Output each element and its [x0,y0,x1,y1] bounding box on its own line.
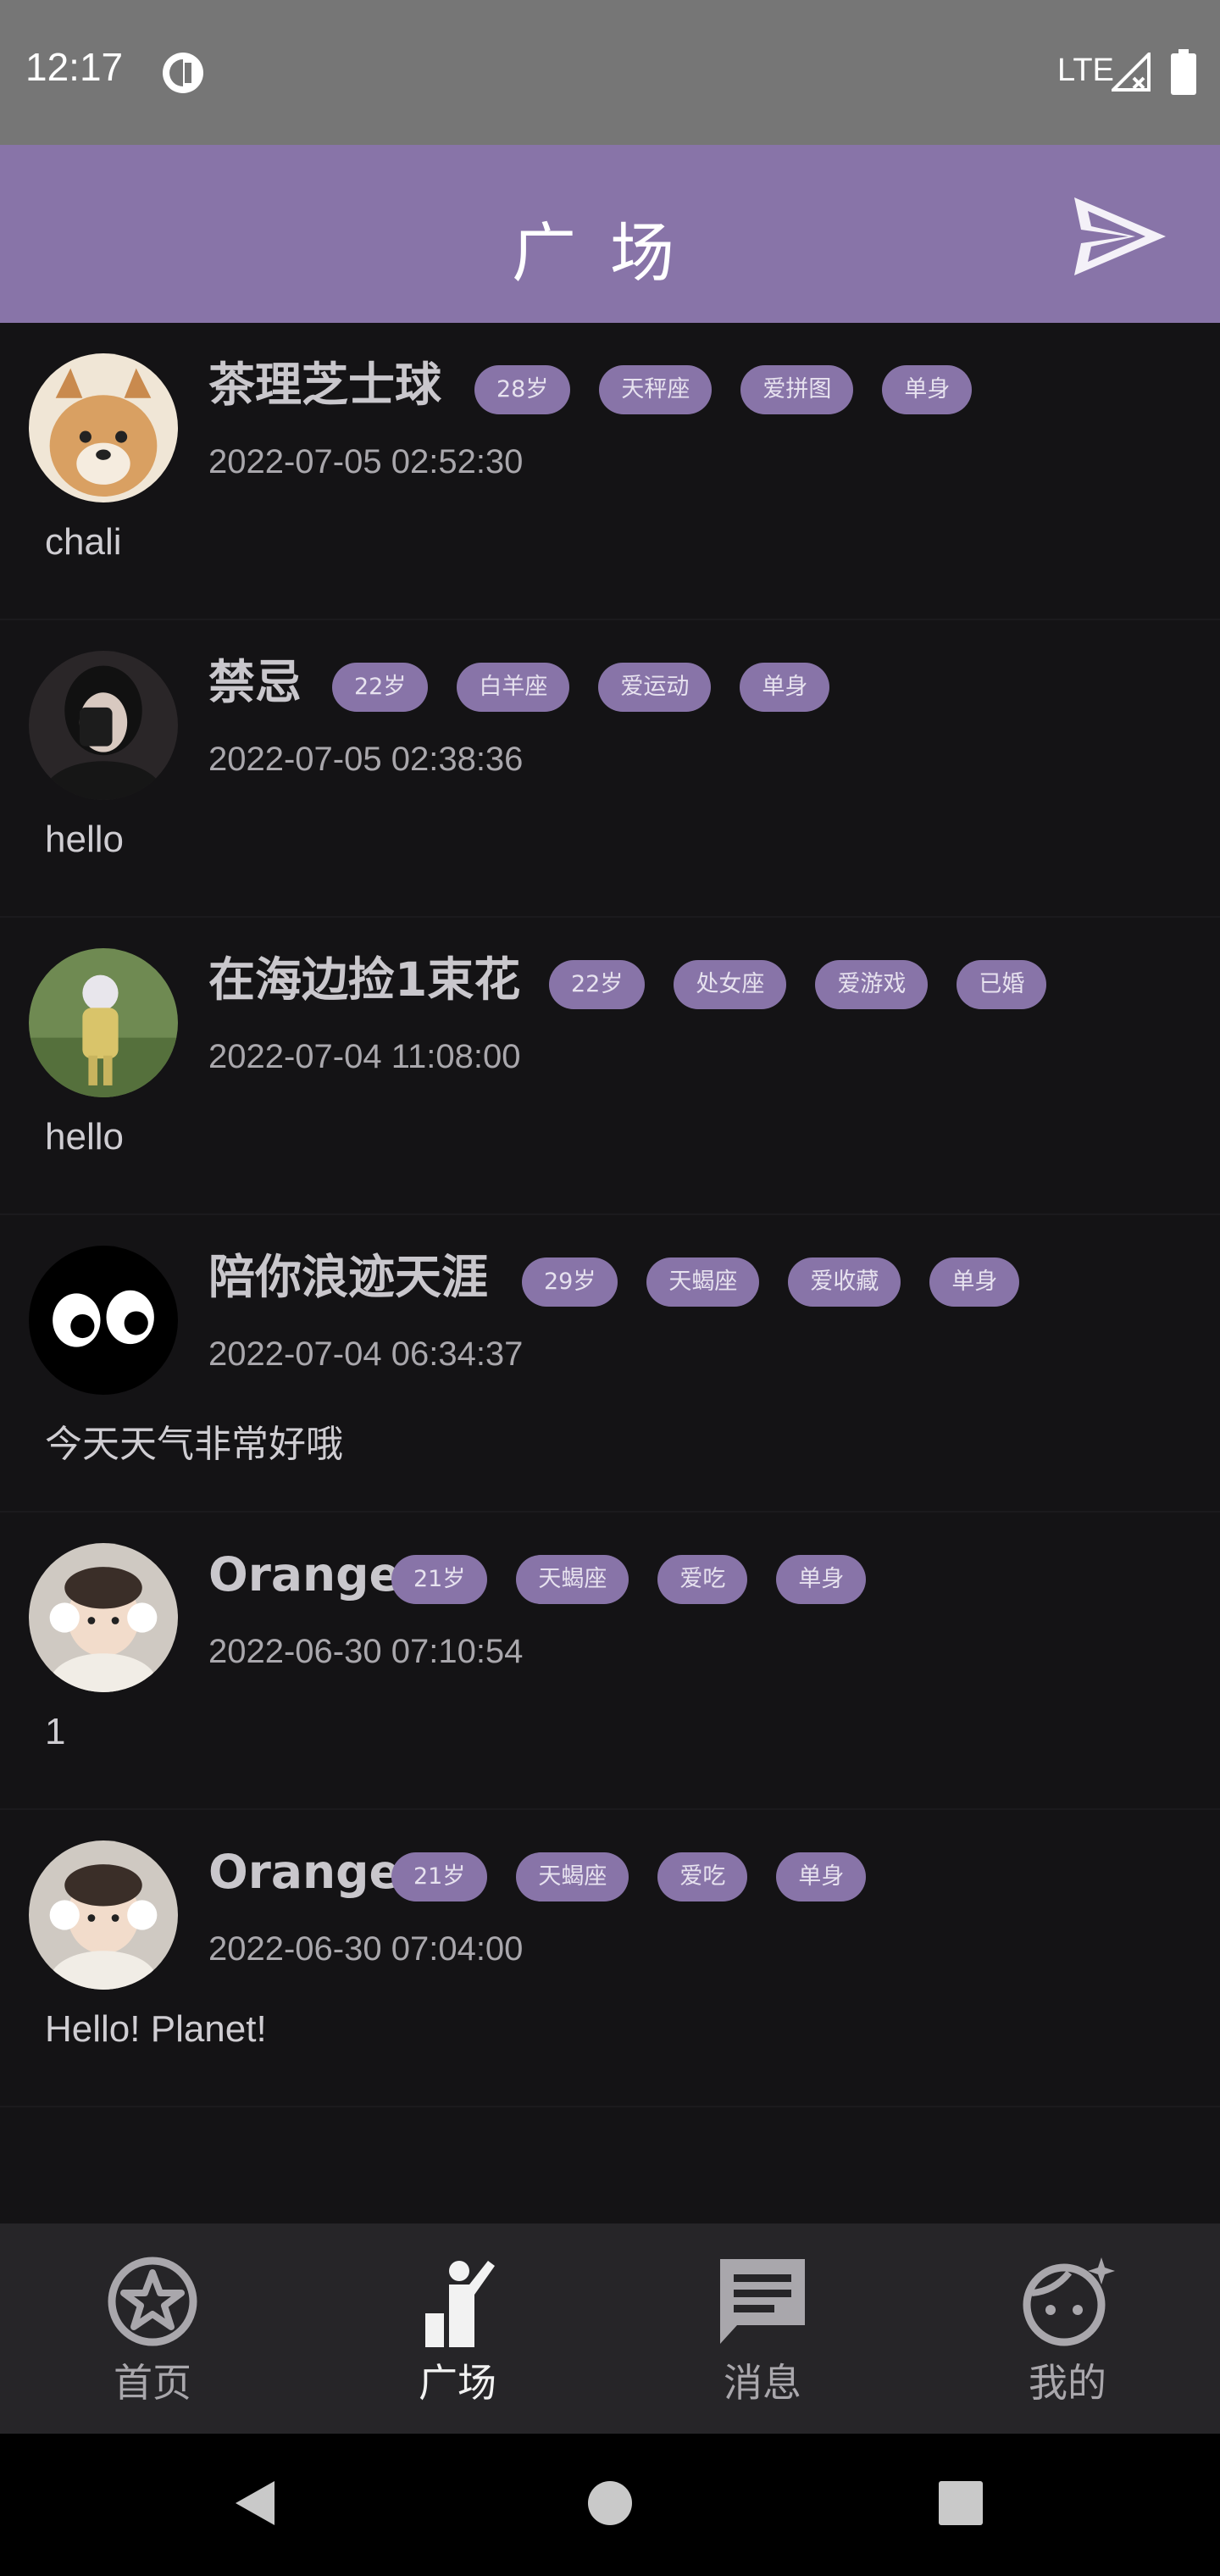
tag-hobby: 爱吃 [657,1555,748,1604]
tag-status: 单身 [882,365,973,414]
post-content: chali [45,521,122,563]
post-item[interactable]: Orange 21岁 天蝎座 爱吃 单身 2022-06-30 07:10:54… [0,1513,1220,1810]
tag-status: 已婚 [957,960,1047,1009]
avatar[interactable] [29,948,178,1097]
tag-list: 21岁 天蝎座 爱吃 单身 [391,1555,867,1604]
nav-label: 广场 [419,2360,496,2406]
tag-zodiac: 处女座 [674,960,787,1009]
tag-list: 22岁 白羊座 爱运动 单身 [332,663,830,712]
nav-label: 首页 [114,2360,191,2406]
tag-status: 单身 [776,1555,867,1604]
page-title: 广场 [512,215,708,291]
nav-label: 消息 [724,2360,801,2406]
bottom-nav: 首页 广场 消息 我的 [0,2223,1220,2434]
status-bar: 12:17 LTE [0,0,1220,145]
send-post-button[interactable] [1069,192,1171,280]
battery-icon [1171,49,1196,95]
post-item[interactable]: 在海边捡1束花 22岁 处女座 爱游戏 已婚 2022-07-04 11:08:… [0,918,1220,1215]
tag-zodiac: 天蝎座 [516,1555,629,1604]
post-author-name[interactable]: 禁忌 [208,652,302,712]
person-podium-icon [425,2261,495,2347]
tag-age: 22岁 [332,663,429,712]
avatar[interactable] [29,1840,178,1990]
post-author-name[interactable]: 在海边捡1束花 [208,950,520,1009]
tag-hobby: 爱吃 [657,1852,748,1901]
post-item[interactable]: 茶理芝士球 28岁 天秤座 爱拼图 单身 2022-07-05 02:52:30… [0,323,1220,620]
tag-zodiac: 天秤座 [599,365,713,414]
app-header: 广场 [0,145,1220,323]
nav-label: 我的 [1029,2360,1106,2406]
tag-age: 21岁 [391,1852,488,1901]
star-badge-icon [108,2257,197,2346]
nav-messages[interactable]: 消息 [678,2254,847,2408]
tag-hobby: 爱收藏 [788,1257,901,1307]
chat-message-icon [720,2259,805,2344]
tag-status: 单身 [776,1852,867,1901]
home-icon[interactable] [586,2478,634,2529]
post-timestamp: 2022-07-05 02:38:36 [208,741,524,778]
post-author-name[interactable]: 茶理芝士球 [208,355,441,414]
nav-home[interactable]: 首页 [68,2254,237,2408]
post-timestamp: 2022-07-04 11:08:00 [208,1038,521,1075]
back-icon[interactable] [230,2478,278,2529]
post-timestamp: 2022-06-30 07:04:00 [208,1930,524,1968]
tag-age: 22岁 [549,960,646,1009]
post-author-name[interactable]: Orange [208,1545,401,1604]
nav-square[interactable]: 广场 [373,2254,542,2408]
post-timestamp: 2022-07-05 02:52:30 [208,443,524,480]
network-type: LTE [1057,53,1114,88]
tag-status: 单身 [929,1257,1020,1307]
tag-list: 21岁 天蝎座 爱吃 单身 [391,1852,867,1901]
smiley-face-icon [1023,2257,1115,2346]
post-feed[interactable]: 茶理芝士球 28岁 天秤座 爱拼图 单身 2022-07-05 02:52:30… [0,323,1220,2107]
tag-hobby: 爱拼图 [740,365,854,414]
post-author-name[interactable]: Orange [208,1842,401,1901]
post-item[interactable]: Orange 21岁 天蝎座 爱吃 单身 2022-06-30 07:04:00… [0,1810,1220,2107]
avatar[interactable] [29,353,178,502]
status-time: 12:17 [25,45,124,89]
app-notification-icon [163,53,203,93]
post-content: hello [45,819,124,860]
tag-age: 21岁 [391,1555,488,1604]
post-content: 今天天气非常好哦 [45,1424,343,1465]
tag-status: 单身 [740,663,830,712]
post-content: Hello! Planet! [45,2008,267,2050]
signal-icon [1112,53,1151,92]
post-content: hello [45,1116,124,1158]
post-author-name[interactable]: 陪你浪迹天涯 [208,1247,488,1307]
tag-list: 22岁 处女座 爱游戏 已婚 [549,960,1047,1009]
post-item[interactable]: 陪你浪迹天涯 29岁 天蝎座 爱收藏 单身 2022-07-04 06:34:3… [0,1215,1220,1513]
tag-zodiac: 天蝎座 [646,1257,760,1307]
tag-list: 28岁 天秤座 爱拼图 单身 [474,365,973,414]
post-timestamp: 2022-06-30 07:10:54 [208,1633,524,1670]
nav-profile[interactable]: 我的 [983,2254,1152,2408]
tag-age: 28岁 [474,365,571,414]
post-item[interactable]: 禁忌 22岁 白羊座 爱运动 单身 2022-07-05 02:38:36 he… [0,620,1220,918]
avatar[interactable] [29,651,178,800]
tag-age: 29岁 [522,1257,618,1307]
tag-list: 29岁 天蝎座 爱收藏 单身 [522,1257,1020,1307]
tag-zodiac: 天蝎座 [516,1852,629,1901]
post-content: 1 [45,1711,66,1752]
recents-icon[interactable] [937,2478,984,2529]
tag-hobby: 爱游戏 [815,960,929,1009]
tag-zodiac: 白羊座 [457,663,570,712]
avatar[interactable] [29,1246,178,1395]
system-nav-bar [0,2434,1220,2576]
post-timestamp: 2022-07-04 06:34:37 [208,1335,524,1373]
tag-hobby: 爱运动 [598,663,712,712]
avatar[interactable] [29,1543,178,1692]
